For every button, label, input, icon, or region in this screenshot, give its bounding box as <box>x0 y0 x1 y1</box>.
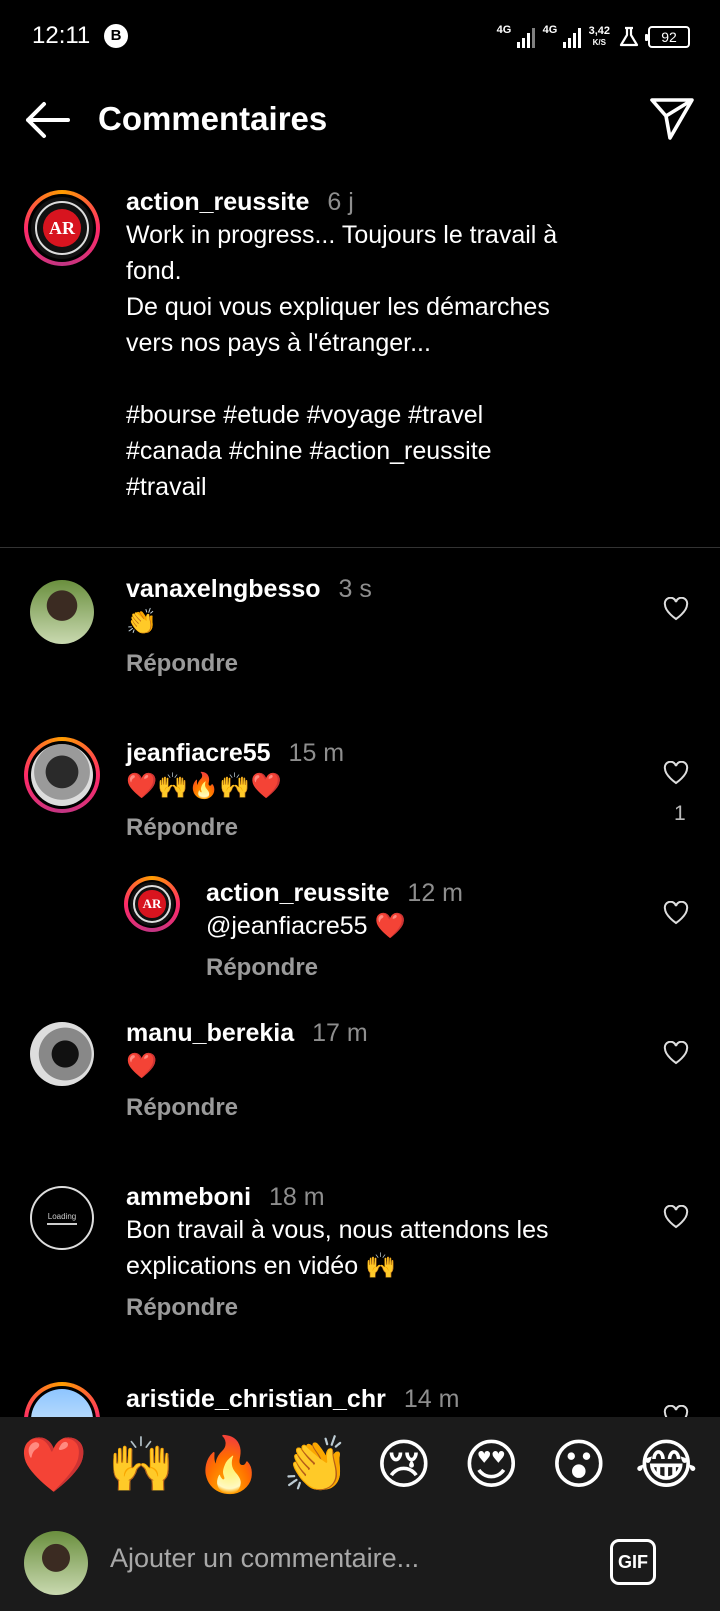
caption-text: Work in progress... Toujours le travail … <box>126 217 686 505</box>
comment: jeanfiacre55 15 m ❤️🙌🔥🙌❤️ Répondre <box>126 739 646 842</box>
emoji-surprised-button[interactable]: 😮 <box>543 1435 615 1495</box>
comment-text: ❤️🙌🔥🙌❤️ <box>126 772 282 800</box>
comment-username[interactable]: action_reussite <box>206 879 389 907</box>
status-time: 12:11 <box>32 22 91 49</box>
comment-input[interactable]: Ajouter un commentaire... <box>110 1543 419 1574</box>
like-count: 1 <box>674 802 686 825</box>
emoji-fire-button[interactable]: 🔥 <box>193 1435 265 1495</box>
arrow-left-icon[interactable] <box>22 98 72 142</box>
hashtag-line[interactable]: #canada #chine #action_reussite <box>126 433 686 469</box>
emoji-raised-hands-button[interactable]: 🙌 <box>105 1435 177 1495</box>
comment-text: Bon travail à vous, nous attendons les e… <box>126 1216 549 1280</box>
notification-badge-icon: B <box>104 24 128 48</box>
heart-icon[interactable] <box>663 1205 689 1229</box>
comment-username[interactable]: manu_berekia <box>126 1019 294 1047</box>
status-bar: 12:11 B 4G 4G 3,42 K/S 92 <box>0 0 720 72</box>
reply-button[interactable]: Répondre <box>126 814 646 842</box>
avatar[interactable] <box>24 737 100 813</box>
signal-1-icon: 4G <box>497 24 535 48</box>
emoji-quick-bar: ❤️ 🙌 🔥 👏 😢 😍 😮 😂 <box>0 1417 720 1513</box>
comment: vanaxelngbesso 3 s 👏 Répondre <box>126 575 646 678</box>
avatar[interactable]: Loading <box>30 1186 94 1250</box>
reply-button[interactable]: Répondre <box>126 650 646 678</box>
page-title: Commentaires <box>98 100 328 137</box>
header: Commentaires <box>0 80 720 160</box>
status-indicators: 4G 4G 3,42 K/S 92 <box>497 24 690 50</box>
paper-plane-icon[interactable] <box>648 96 696 142</box>
heart-icon[interactable] <box>663 901 689 925</box>
signal-2-icon: 4G <box>543 24 581 48</box>
heart-icon[interactable] <box>663 597 689 621</box>
reply-button[interactable]: Répondre <box>126 1094 646 1122</box>
heart-icon[interactable] <box>663 761 689 785</box>
comment-username[interactable]: ammeboni <box>126 1183 251 1211</box>
author-avatar[interactable]: AR <box>24 190 100 266</box>
network-speed: 3,42 K/S <box>588 25 610 48</box>
caption-time: 6 j <box>327 188 354 216</box>
hashtag-line[interactable]: #bourse #etude #voyage #travel <box>126 397 686 433</box>
comment: ammeboni 18 m Bon travail à vous, nous at… <box>126 1183 646 1322</box>
post-caption: action_reussite 6 j Work in progress... T… <box>126 188 686 505</box>
caption-username[interactable]: action_reussite <box>126 188 309 216</box>
avatar[interactable]: AR <box>124 876 180 932</box>
comment-text: 👏 <box>126 608 158 636</box>
comment-input-bar: Ajouter un commentaire... GIF <box>0 1513 720 1611</box>
avatar[interactable] <box>30 580 94 644</box>
comment-text: @jeanfiacre55 ❤️ <box>206 912 406 940</box>
comment-username[interactable]: aristide_christian_chr <box>126 1385 386 1413</box>
heart-icon[interactable] <box>663 1041 689 1065</box>
reply-button[interactable]: Répondre <box>206 954 646 982</box>
current-user-avatar <box>24 1531 88 1595</box>
emoji-laughing-button[interactable]: 😂 <box>630 1435 702 1495</box>
emoji-crying-button[interactable]: 😢 <box>368 1435 440 1495</box>
gif-button[interactable]: GIF <box>610 1539 656 1585</box>
divider <box>0 547 720 548</box>
reply-button[interactable]: Répondre <box>126 1294 646 1322</box>
battery-icon: 92 <box>645 26 690 48</box>
comment-text: ❤️ <box>126 1052 158 1080</box>
emoji-clap-button[interactable]: 👏 <box>280 1435 352 1495</box>
comment: manu_berekia 17 m ❤️ Répondre <box>126 1019 646 1122</box>
emoji-heart-button[interactable]: ❤️ <box>18 1435 90 1495</box>
emoji-heart-eyes-button[interactable]: 😍 <box>455 1435 527 1495</box>
comment-username[interactable]: vanaxelngbesso <box>126 575 321 603</box>
comment-username[interactable]: jeanfiacre55 <box>126 739 271 767</box>
flask-icon <box>619 26 639 47</box>
hashtag-line[interactable]: #travail <box>126 469 686 505</box>
comment: aristide_christian_chr 14 m <box>126 1385 460 1413</box>
avatar[interactable] <box>30 1022 94 1086</box>
reply-comment: action_reussite 12 m @jeanfiacre55 ❤️ Rép… <box>206 879 646 982</box>
